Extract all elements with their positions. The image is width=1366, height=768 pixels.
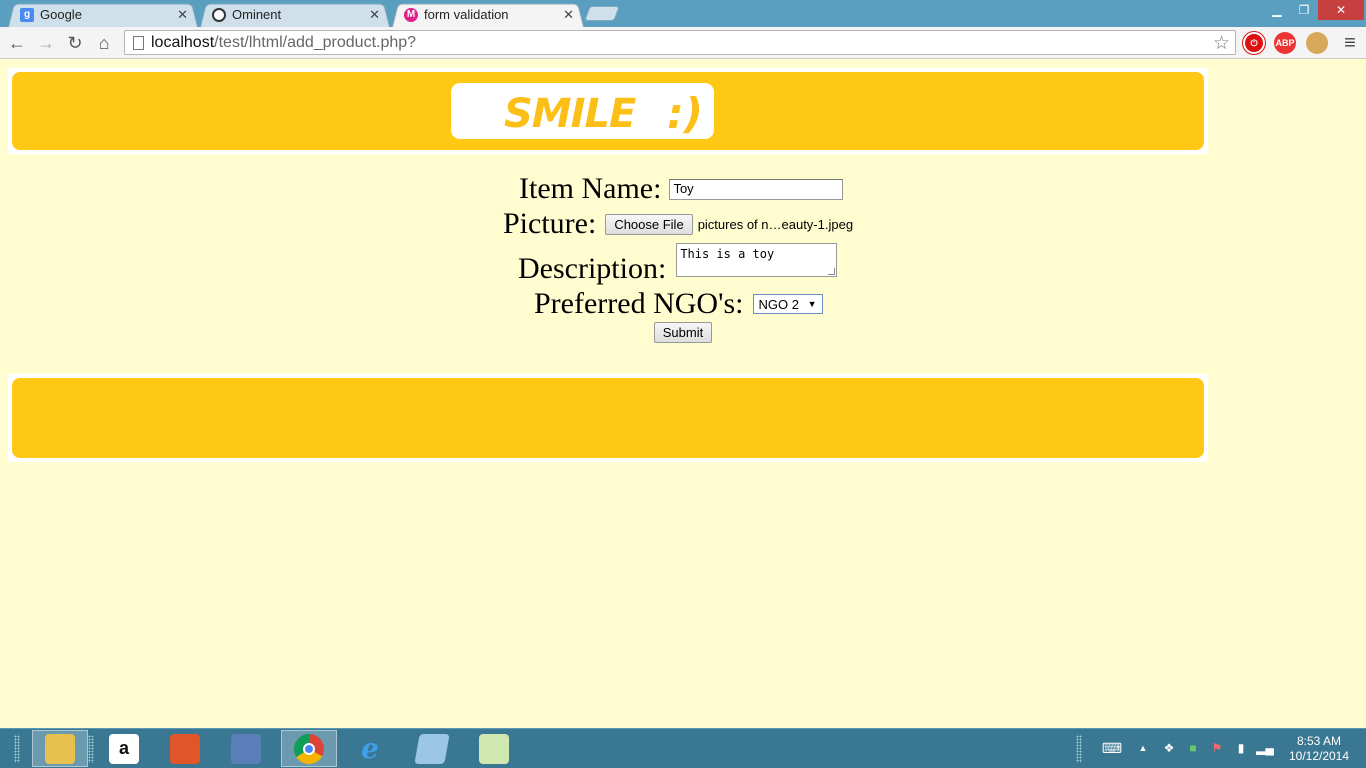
media-icon: [231, 733, 261, 764]
google-favicon-icon: g: [20, 7, 34, 22]
close-tab-icon[interactable]: ✕: [369, 7, 380, 23]
logo-smiley: :): [667, 89, 703, 138]
notes-icon: [414, 733, 450, 764]
ngo-selected-value: NGO 2: [758, 296, 799, 312]
tab-label: Ominent: [232, 7, 282, 22]
bookmark-star-icon[interactable]: ☆: [1213, 32, 1230, 55]
keyboard-icon[interactable]: ⌨: [1096, 735, 1128, 761]
dropdown-arrow-icon: ▼: [807, 299, 817, 309]
window-close-icon[interactable]: ✕: [1318, 0, 1364, 20]
office-taskbar-button[interactable]: [157, 730, 213, 767]
description-textarea[interactable]: This is a toy: [676, 243, 838, 277]
media-taskbar-button[interactable]: [218, 730, 274, 767]
picture-label: Picture:: [503, 207, 597, 240]
resize-grip-icon[interactable]: [828, 268, 836, 275]
item-name-input[interactable]: Toy: [669, 178, 844, 200]
picture-row: Picture: Choose File pictures of n…eauty…: [503, 207, 853, 241]
ngo-label: Preferred NGO's:: [534, 287, 744, 320]
notepad-taskbar-button[interactable]: [466, 730, 522, 767]
footer-banner: [8, 374, 1208, 462]
page-content: SMILE :) Item Name: Toy Picture: Choose …: [0, 60, 1366, 728]
tab-form-validation[interactable]: M form validation ✕: [392, 2, 584, 27]
show-hidden-icons-icon[interactable]: ▲: [1136, 735, 1150, 761]
office-icon: [170, 733, 200, 764]
address-bar[interactable]: localhost/test/lhtml/add_product.php? ☆: [124, 30, 1236, 55]
back-arrow-icon[interactable]: ←: [5, 31, 29, 55]
notepad-icon: [479, 733, 509, 764]
page-icon: [133, 35, 144, 50]
tab-strip: g Google ✕ Ominent ✕ M form validation ✕…: [0, 0, 1366, 27]
browser-toolbar: ← → ↻ ⌂ localhost/test/lhtml/add_product…: [0, 27, 1366, 59]
url-path: /test/lhtml/add_product.php?: [214, 33, 417, 51]
network-signal-icon[interactable]: ▂▄: [1256, 735, 1274, 761]
system-clock[interactable]: 8:53 AM 10/12/2014: [1284, 734, 1354, 764]
description-row: Description: This is a toy: [518, 243, 838, 287]
clock-date: 10/12/2014: [1288, 749, 1350, 763]
logo-text: SMILE: [504, 91, 636, 137]
item-name-label: Item Name:: [519, 172, 662, 205]
taskbar-grip: [14, 735, 20, 763]
tab-label: Google: [40, 7, 82, 22]
sync-icon[interactable]: ■: [1184, 735, 1202, 761]
chrome-menu-icon[interactable]: ≡: [1338, 31, 1362, 55]
description-label: Description:: [518, 252, 667, 285]
action-center-icon[interactable]: ⚑: [1208, 735, 1226, 761]
choose-file-button[interactable]: Choose File: [605, 213, 693, 235]
form-favicon-icon: M: [404, 7, 418, 22]
forward-arrow-icon[interactable]: →: [34, 31, 58, 55]
amazon-icon: a: [109, 733, 139, 764]
chrome-taskbar-button[interactable]: [281, 730, 337, 767]
cookie-extension-icon[interactable]: [1306, 32, 1328, 54]
amazon-taskbar-button[interactable]: a: [96, 730, 152, 767]
minimize-icon[interactable]: ▁: [1262, 0, 1292, 20]
selected-file-name: pictures of n…eauty-1.jpeg: [697, 216, 854, 232]
dropbox-icon[interactable]: ❖: [1160, 735, 1178, 761]
file-explorer-icon: [45, 733, 75, 764]
reload-icon[interactable]: ↻: [63, 31, 87, 55]
tab-google[interactable]: g Google ✕: [8, 2, 198, 27]
url-host: localhost: [151, 33, 215, 51]
clock-time: 8:53 AM: [1296, 734, 1342, 748]
notes-taskbar-button[interactable]: [404, 730, 460, 767]
ie-taskbar-button[interactable]: e: [342, 730, 398, 767]
smile-logo: SMILE :): [451, 83, 714, 139]
item-name-row: Item Name: Toy: [519, 172, 844, 206]
restore-icon[interactable]: ❐: [1290, 0, 1318, 20]
close-tab-icon[interactable]: ✕: [563, 7, 574, 23]
chrome-icon: [294, 733, 324, 764]
internet-explorer-icon: e: [361, 732, 379, 765]
tab-label: form validation: [424, 7, 509, 22]
new-tab-button[interactable]: [584, 6, 620, 21]
adblock-label: ABP: [1275, 38, 1295, 48]
stop-extension-icon[interactable]: ⏻: [1243, 32, 1265, 54]
battery-icon[interactable]: ▮: [1232, 735, 1250, 761]
close-tab-icon[interactable]: ✕: [177, 7, 188, 23]
ominent-favicon-icon: [212, 7, 226, 22]
header-banner: SMILE :): [8, 68, 1208, 154]
tab-ominent[interactable]: Ominent ✕: [200, 2, 390, 27]
ngo-select[interactable]: NGO 2 ▼: [752, 294, 823, 314]
home-icon[interactable]: ⌂: [92, 31, 116, 55]
windows-taskbar: a e ⌨ ▲ ❖ ■ ⚑ ▮ ▂▄ 8:53 AM 10/12/2014: [0, 728, 1366, 768]
submit-button[interactable]: Submit: [654, 322, 712, 343]
description-text: This is a toy: [680, 247, 775, 261]
adblock-plus-icon[interactable]: ABP: [1274, 32, 1296, 54]
file-explorer-taskbar-button[interactable]: [32, 730, 88, 767]
ngo-row: Preferred NGO's: NGO 2 ▼: [534, 287, 823, 321]
